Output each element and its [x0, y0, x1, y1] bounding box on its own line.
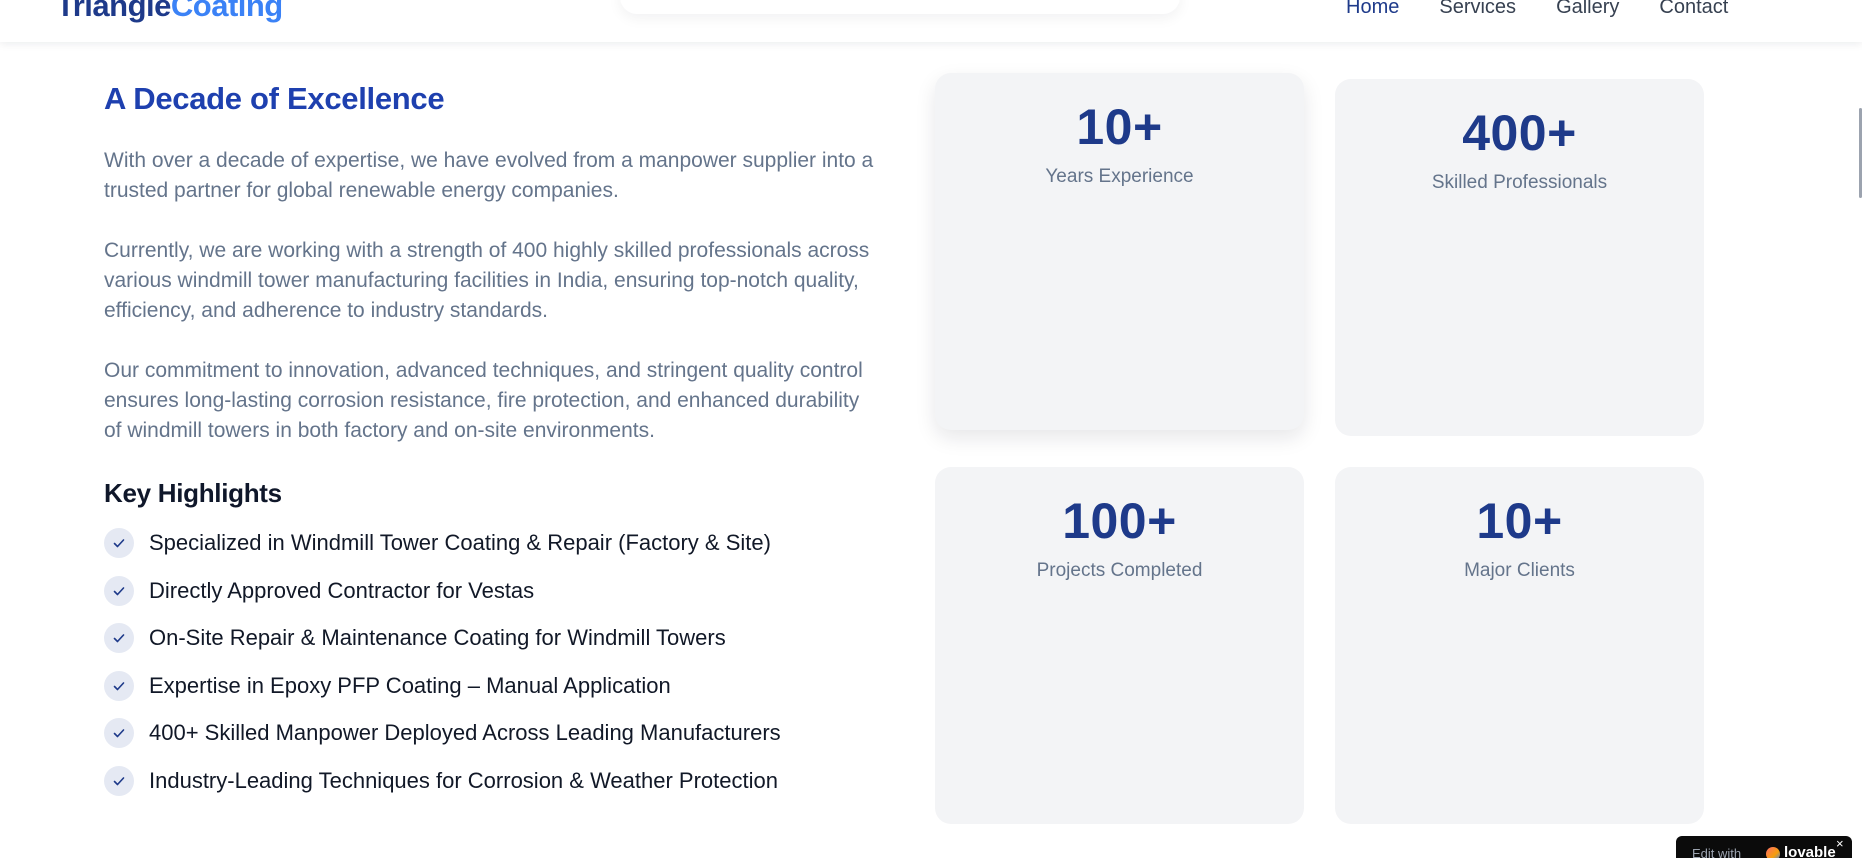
highlight-text: Specialized in Windmill Tower Coating & …	[149, 530, 771, 555]
stat-label: Projects Completed	[1036, 560, 1203, 581]
highlight-item: On-Site Repair & Maintenance Coating for…	[104, 623, 884, 653]
highlight-text: Expertise in Epoxy PFP Coating – Manual …	[149, 672, 671, 698]
main-nav: Home Services Gallery Contact	[1346, 0, 1728, 18]
highlight-item: Expertise in Epoxy PFP Coating – Manual …	[104, 670, 884, 701]
stat-card-projects: 100+ Projects Completed	[935, 467, 1304, 824]
highlights-list: Specialized in Windmill Tower Coating & …	[104, 528, 884, 796]
nav-contact-link[interactable]: Contact	[1659, 0, 1728, 18]
highlight-item: Specialized in Windmill Tower Coating & …	[104, 528, 884, 558]
close-icon[interactable]: ×	[1836, 836, 1844, 852]
nav-gallery-link[interactable]: Gallery	[1556, 0, 1619, 18]
edit-with-lovable-badge[interactable]: Edit with lovable ×	[1676, 836, 1852, 858]
highlights-title: Key Highlights	[104, 478, 282, 508]
highlight-text: Industry-Leading Techniques for Corrosio…	[149, 767, 778, 793]
logo-text-primary: Triangle	[56, 0, 171, 23]
stat-value: 100+	[1062, 493, 1177, 549]
highlight-item: 400+ Skilled Manpower Deployed Across Le…	[104, 718, 884, 748]
stat-card-professionals: 400+ Skilled Professionals	[1335, 79, 1704, 436]
stat-label: Years Experience	[1045, 166, 1194, 187]
about-paragraph-1: With over a decade of expertise, we have…	[104, 149, 874, 202]
stat-label: Major Clients	[1464, 560, 1575, 581]
stat-value: 10+	[1076, 99, 1163, 155]
site-logo[interactable]: TriangleCoating	[56, 0, 283, 24]
nav-services-link[interactable]: Services	[1439, 0, 1516, 18]
lovable-heart-icon	[1766, 847, 1780, 858]
highlight-item: Industry-Leading Techniques for Corrosio…	[104, 765, 884, 796]
stat-card-years: 10+ Years Experience	[935, 73, 1304, 430]
about-paragraph-2: Currently, we are working with a strengt…	[104, 239, 870, 322]
about-paragraph-3: Our commitment to innovation, advanced t…	[104, 359, 863, 442]
highlight-text: Directly Approved Contractor for Vestas	[149, 577, 535, 603]
check-icon	[104, 528, 134, 558]
stat-value: 400+	[1462, 105, 1577, 161]
check-icon	[104, 765, 134, 796]
check-icon	[104, 575, 134, 606]
about-section: A Decade of Excellence With over a decad…	[104, 80, 884, 813]
highlight-item: Directly Approved Contractor for Vestas	[104, 575, 884, 606]
stat-value: 10+	[1476, 493, 1563, 549]
nav-home-link[interactable]: Home	[1346, 0, 1399, 18]
check-icon	[104, 623, 134, 653]
badge-edit-text: Edit with	[1692, 846, 1742, 858]
logo-text-accent: Coating	[170, 0, 283, 23]
header-center-element	[620, 0, 1180, 14]
check-icon	[104, 718, 134, 748]
badge-brand-text: lovable	[1784, 844, 1836, 858]
highlight-text: 400+ Skilled Manpower Deployed Across Le…	[149, 720, 781, 745]
highlight-text: On-Site Repair & Maintenance Coating for…	[149, 625, 726, 650]
site-header: TriangleCoating Home Services Gallery Co…	[0, 0, 1862, 42]
stat-label: Skilled Professionals	[1431, 172, 1608, 193]
check-icon	[104, 670, 134, 701]
section-title: A Decade of Excellence	[104, 81, 445, 116]
stat-card-clients: 10+ Major Clients	[1335, 467, 1704, 824]
